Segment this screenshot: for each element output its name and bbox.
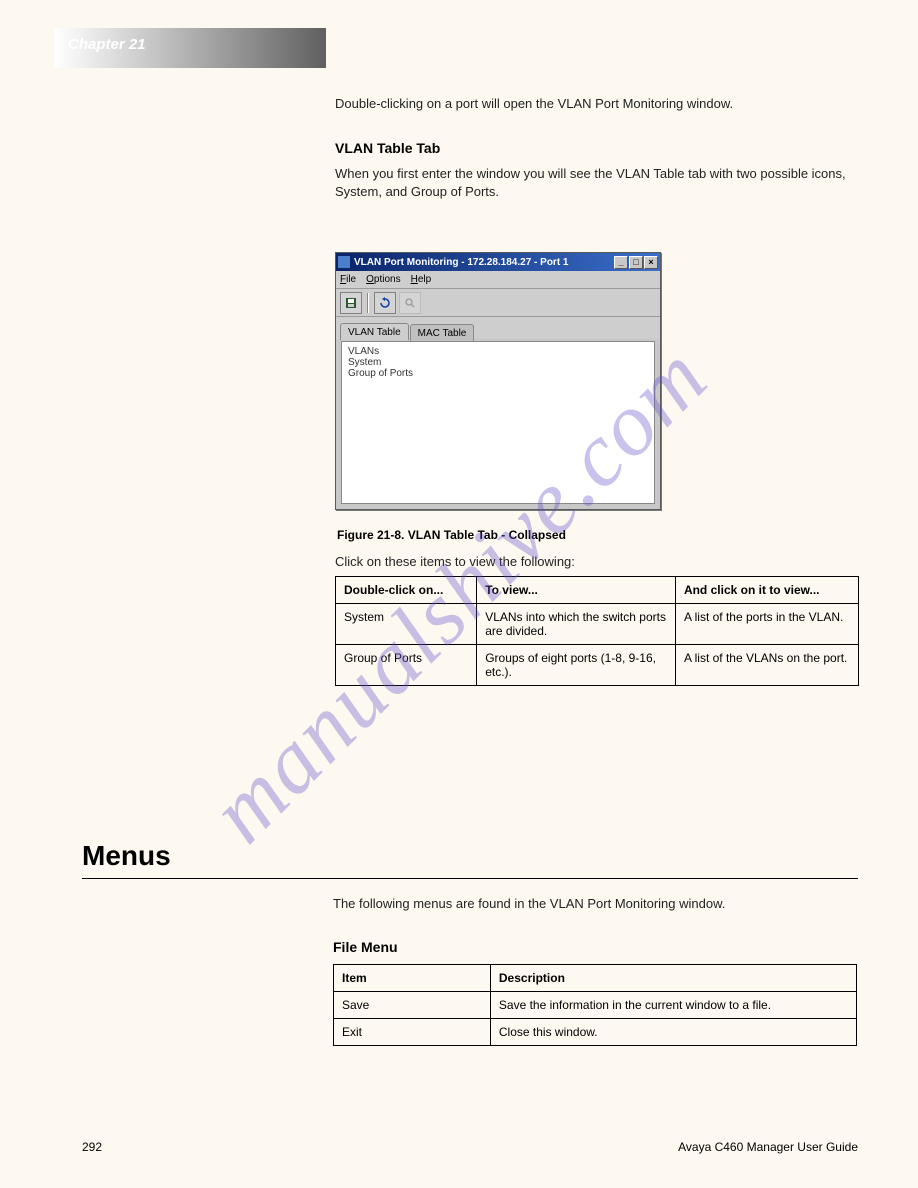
- table2-r1c1: Close this window.: [490, 1019, 856, 1046]
- doc-title: Avaya C460 Manager User Guide: [678, 1140, 858, 1154]
- table1-r0c1: VLANs into which the switch ports are di…: [477, 604, 676, 645]
- menus-rule: [82, 878, 858, 879]
- app-icon: [338, 256, 350, 268]
- minimize-button[interactable]: _: [614, 256, 628, 269]
- table1-r1c2: A list of the VLANs on the port.: [675, 645, 858, 686]
- table-click-actions: Double-click on... To view... And click …: [335, 576, 859, 686]
- chapter-label: Chapter 21: [68, 36, 146, 53]
- table-row: System VLANs into which the switch ports…: [336, 604, 859, 645]
- table1-r1c1: Groups of eight ports (1-8, 9-16, etc.).: [477, 645, 676, 686]
- table1-r1c0: Group of Ports: [336, 645, 477, 686]
- table-row: Group of Ports Groups of eight ports (1-…: [336, 645, 859, 686]
- menu-bar: File Options Help: [336, 271, 660, 289]
- table-file-menu: Item Description Save Save the informati…: [333, 964, 857, 1046]
- table-row: Save Save the information in the current…: [334, 992, 857, 1019]
- tab-strip: VLAN Table MAC Table: [336, 317, 660, 339]
- section-title: VLAN Table Tab: [335, 140, 440, 156]
- refresh-icon[interactable]: [374, 292, 396, 314]
- table2-h0: Item: [334, 965, 491, 992]
- page-footer: 292 Avaya C460 Manager User Guide: [82, 1140, 858, 1154]
- tree-item-vlans[interactable]: VLANs: [348, 346, 648, 357]
- table1-lead: Click on these items to view the followi…: [335, 553, 865, 571]
- intro-paragraph: Double-clicking on a port will open the …: [335, 95, 835, 113]
- app-window: VLAN Port Monitoring - 172.28.184.27 - P…: [335, 252, 661, 510]
- tree-item-system[interactable]: System: [348, 357, 648, 368]
- menus-intro: The following menus are found in the VLA…: [333, 895, 863, 913]
- menu-options[interactable]: Options: [366, 274, 400, 285]
- window-title: VLAN Port Monitoring - 172.28.184.27 - P…: [354, 257, 569, 268]
- menus-heading: Menus: [82, 840, 171, 872]
- tree-pane: VLANs System Group of Ports: [341, 341, 655, 504]
- close-button[interactable]: ×: [644, 256, 658, 269]
- window-titlebar: VLAN Port Monitoring - 172.28.184.27 - P…: [336, 253, 660, 271]
- toolbar-separator: [367, 293, 369, 313]
- page-number: 292: [82, 1140, 102, 1154]
- embedded-screenshot: VLAN Port Monitoring - 172.28.184.27 - P…: [335, 252, 661, 510]
- section-paragraph: When you first enter the window you will…: [335, 165, 865, 201]
- figure-caption: Figure 21-8. VLAN Table Tab - Collapsed: [337, 528, 566, 542]
- table1-r0c2: A list of the ports in the VLAN.: [675, 604, 858, 645]
- table1-r0c0: System: [336, 604, 477, 645]
- table2-h1: Description: [490, 965, 856, 992]
- table1-h1: To view...: [477, 577, 676, 604]
- table2-r1c0: Exit: [334, 1019, 491, 1046]
- file-menu-title: File Menu: [333, 939, 398, 955]
- maximize-button[interactable]: □: [629, 256, 643, 269]
- toolbar: [336, 289, 660, 317]
- table2-r0c1: Save the information in the current wind…: [490, 992, 856, 1019]
- table-row: Exit Close this window.: [334, 1019, 857, 1046]
- table1-h0: Double-click on...: [336, 577, 477, 604]
- tab-vlan-table[interactable]: VLAN Table: [340, 323, 409, 340]
- table2-r0c0: Save: [334, 992, 491, 1019]
- search-icon[interactable]: [399, 292, 421, 314]
- tab-mac-table[interactable]: MAC Table: [410, 324, 475, 341]
- save-icon[interactable]: [340, 292, 362, 314]
- menu-file[interactable]: File: [340, 274, 356, 285]
- table1-h2: And click on it to view...: [675, 577, 858, 604]
- tree-item-group-ports[interactable]: Group of Ports: [348, 368, 648, 379]
- menu-help[interactable]: Help: [411, 274, 432, 285]
